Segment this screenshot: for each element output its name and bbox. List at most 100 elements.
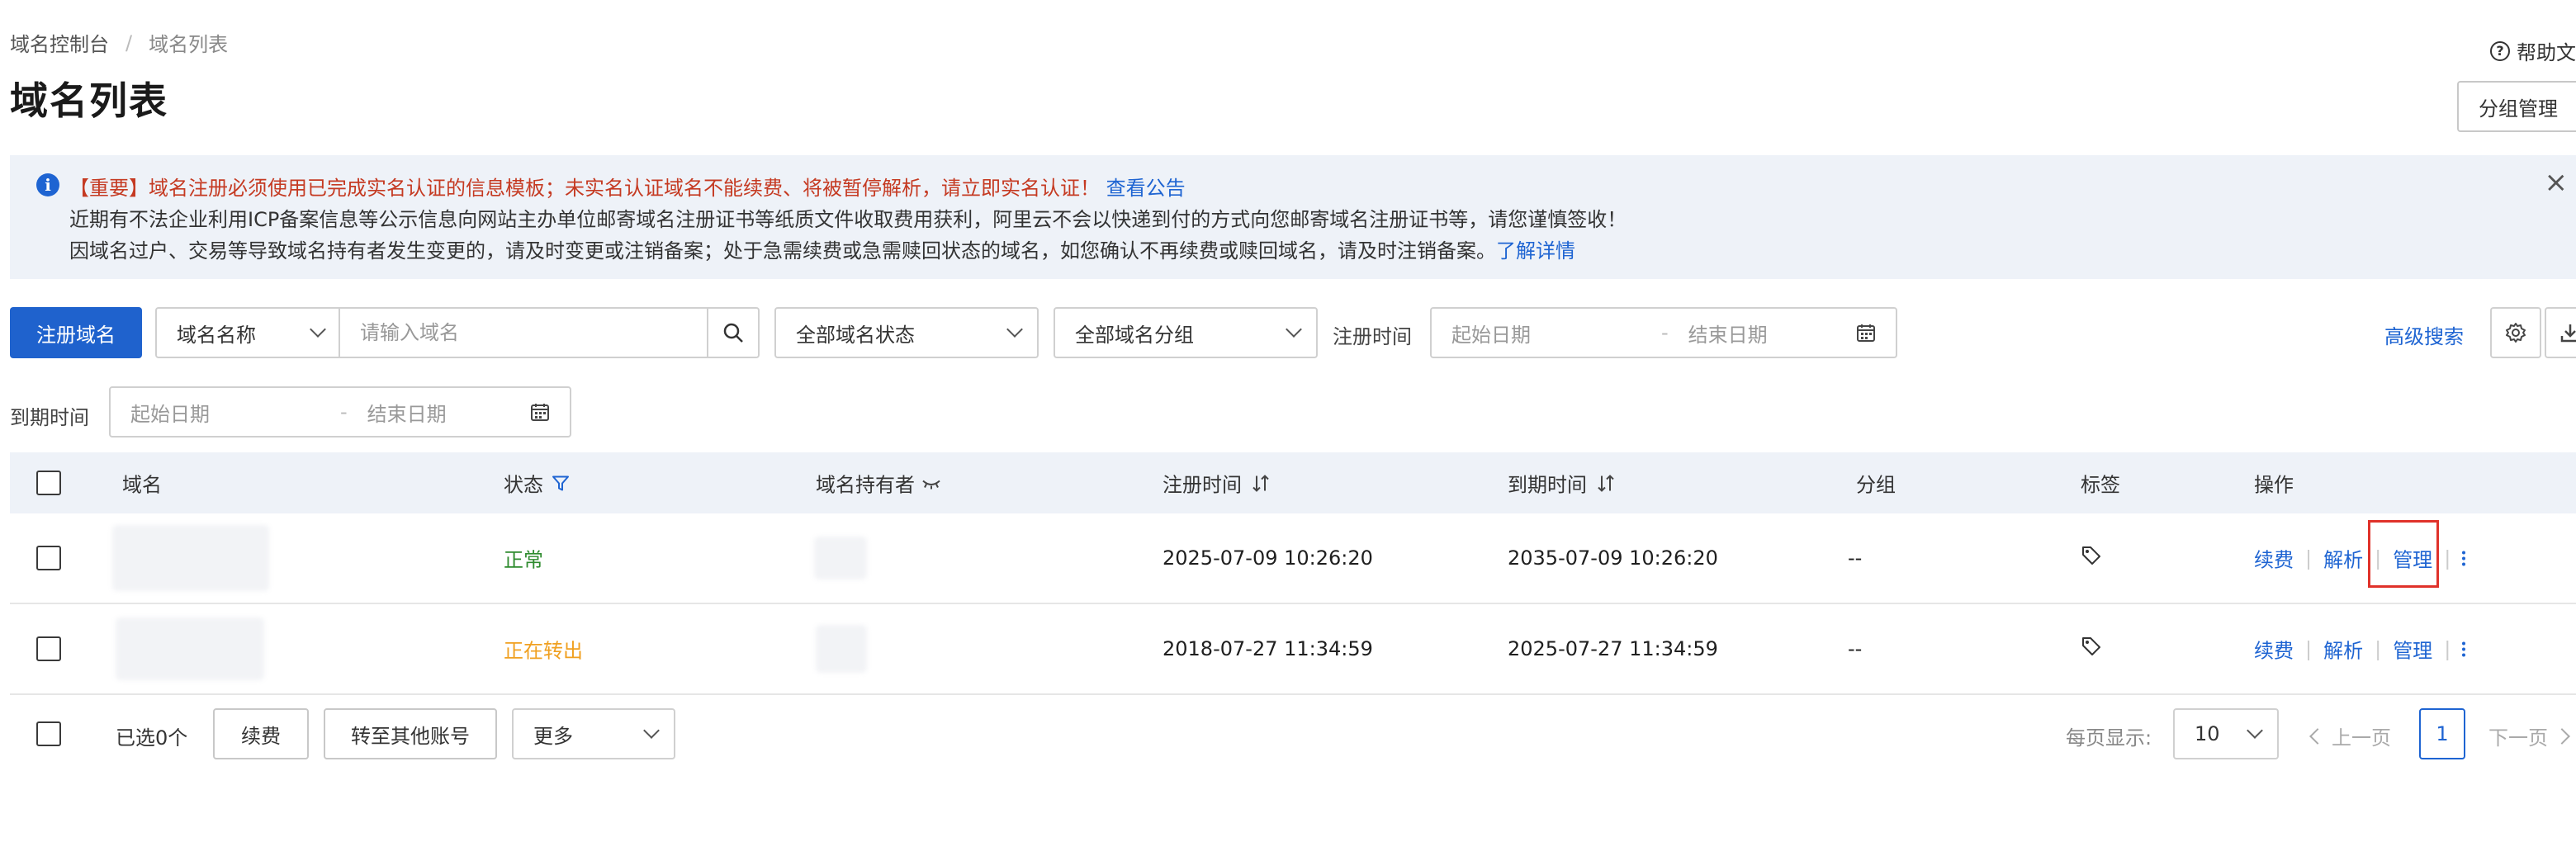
- header-reg-time: 注册时间: [1163, 469, 1270, 498]
- chevron-down-icon: [1006, 321, 1023, 338]
- close-icon[interactable]: ×: [2545, 168, 2569, 196]
- reg-time-value: 2018-07-27 11:34:59: [1163, 637, 1373, 660]
- next-page-button[interactable]: 下一页: [2488, 721, 2570, 750]
- tag-icon: [2082, 546, 2100, 565]
- row-checkbox[interactable]: [36, 636, 61, 661]
- prev-page-button[interactable]: 上一页: [2309, 721, 2391, 750]
- renew-link[interactable]: 续费: [2254, 635, 2294, 664]
- domain-name-redacted[interactable]: [116, 617, 264, 680]
- settings-button[interactable]: [2490, 307, 2541, 358]
- holder-redacted: [814, 537, 867, 579]
- sort-icon[interactable]: [1252, 473, 1270, 493]
- reg-time-range[interactable]: 起始日期 - 结束日期: [1430, 307, 1897, 358]
- header-group: 分组: [1856, 473, 1896, 497]
- group-filter-value: 全部域名分组: [1075, 323, 1194, 347]
- notice-line-3-text: 因域名过户、交易等导致域名持有者发生变更的，请及时变更或注销备案；处于急需续费或…: [69, 239, 1496, 263]
- select-all-checkbox[interactable]: [36, 471, 61, 495]
- renew-link[interactable]: 续费: [2254, 544, 2294, 573]
- status-filter-value: 全部域名状态: [796, 323, 915, 347]
- notice-line-2: 近期有不法企业利用ICP备案信息等公示信息向网站主办单位邮寄域名注册证书等纸质文…: [69, 208, 1627, 231]
- gear-icon: [2506, 323, 2526, 343]
- resolve-link[interactable]: 解析: [2323, 544, 2363, 573]
- header-expire-time: 到期时间: [1508, 469, 1615, 498]
- status-text: 正常: [504, 548, 543, 572]
- page-size-select[interactable]: 10: [2173, 708, 2279, 759]
- calendar-icon: [531, 404, 549, 421]
- reg-end-date[interactable]: 结束日期: [1688, 319, 1856, 348]
- header-domain: 域名: [122, 473, 162, 497]
- manage-link[interactable]: 管理: [2393, 635, 2432, 664]
- prev-page-label: 上一页: [2332, 726, 2391, 750]
- resolve-link[interactable]: 解析: [2323, 635, 2363, 664]
- header-status: 状态: [504, 469, 570, 498]
- page-title: 域名列表: [10, 78, 168, 123]
- search-field-select[interactable]: 域名名称: [157, 309, 340, 357]
- notice-banner: i 【重要】域名注册必须使用已完成实名认证的信息模板；未实名认证域名不能续费、将…: [10, 155, 2576, 279]
- footer-select-all-checkbox[interactable]: [36, 721, 61, 746]
- transfer-account-button[interactable]: 转至其他账号: [324, 708, 497, 759]
- table-row: 正在转出 2018-07-27 11:34:59 2025-07-27 11:3…: [10, 604, 2576, 695]
- more-actions-select[interactable]: 更多: [512, 708, 675, 759]
- more-vertical-icon[interactable]: [2462, 551, 2466, 565]
- info-icon: i: [36, 173, 59, 196]
- help-label: 帮助文: [2517, 41, 2576, 64]
- group-manage-button[interactable]: 分组管理: [2457, 81, 2576, 132]
- expire-time-value: 2035-07-09 10:26:20: [1508, 546, 1718, 570]
- group-value: --: [1848, 637, 1863, 660]
- eye-closed-icon[interactable]: [921, 476, 941, 490]
- tag-button[interactable]: [2081, 545, 2102, 571]
- status-filter-select[interactable]: 全部域名状态: [774, 307, 1039, 358]
- notice-details-link[interactable]: 了解详情: [1496, 239, 1575, 263]
- expire-end-date[interactable]: 结束日期: [367, 398, 530, 427]
- notice-warning-text: 【重要】域名注册必须使用已完成实名认证的信息模板；未实名认证域名不能续费、将被暂…: [69, 177, 1100, 200]
- reg-start-date[interactable]: 起始日期: [1451, 319, 1641, 348]
- register-domain-button[interactable]: 注册域名: [10, 307, 142, 358]
- row-actions: 续费 | 解析 | 管理 |: [2254, 635, 2466, 664]
- group-filter-select[interactable]: 全部域名分组: [1054, 307, 1318, 358]
- tag-button[interactable]: [2081, 636, 2102, 662]
- search-field-select-value: 域名名称: [177, 323, 256, 347]
- expire-start-date[interactable]: 起始日期: [130, 398, 320, 427]
- header-actions: 操作: [2254, 473, 2294, 497]
- help-icon: ?: [2490, 40, 2510, 61]
- expire-time-range[interactable]: 起始日期 - 结束日期: [109, 386, 571, 438]
- chevron-down-icon: [2247, 722, 2263, 739]
- group-value: --: [1848, 546, 1863, 570]
- page-size-value: 10: [2195, 722, 2220, 745]
- holder-redacted: [816, 625, 867, 673]
- tag-icon: [2082, 637, 2100, 655]
- chevron-left-icon: [2309, 727, 2326, 745]
- notice-announcement-link[interactable]: 查看公告: [1106, 177, 1186, 200]
- more-vertical-icon[interactable]: [2462, 641, 2466, 656]
- row-checkbox[interactable]: [36, 546, 61, 570]
- notice-line-3: 因域名过户、交易等导致域名持有者发生变更的，请及时变更或注销备案；处于急需续费或…: [69, 234, 1575, 263]
- breadcrumb-root-link[interactable]: 域名控制台: [10, 28, 109, 57]
- breadcrumb-separator: /: [125, 31, 133, 54]
- table-header: 域名 状态 域名持有者 注册时间 到期时间 分组 标签 操作: [10, 452, 2576, 513]
- chevron-down-icon: [1286, 321, 1302, 338]
- more-actions-value: 更多: [533, 724, 573, 748]
- filter-icon[interactable]: [552, 474, 570, 492]
- header-tag: 标签: [2081, 473, 2120, 497]
- chevron-right-icon: [2554, 727, 2570, 745]
- chevron-down-icon: [643, 722, 660, 739]
- search-group: 域名名称: [155, 307, 760, 358]
- help-link[interactable]: ? 帮助文: [2490, 36, 2576, 65]
- header-expire-time-label: 到期时间: [1508, 473, 1587, 497]
- batch-renew-button[interactable]: 续费: [213, 708, 309, 759]
- page-1-button[interactable]: 1: [2419, 708, 2465, 759]
- chevron-down-icon: [310, 321, 326, 338]
- expire-time-value: 2025-07-27 11:34:59: [1508, 637, 1718, 660]
- reg-time-value: 2025-07-09 10:26:20: [1163, 546, 1373, 570]
- domain-name-redacted[interactable]: [112, 525, 269, 591]
- advanced-search-link[interactable]: 高级搜索: [2384, 320, 2464, 349]
- sort-icon[interactable]: [1597, 473, 1615, 493]
- manage-highlight-box: [2368, 520, 2439, 588]
- header-holder-label: 域名持有者: [816, 473, 915, 497]
- date-dash: -: [1661, 321, 1669, 344]
- download-button[interactable]: [2545, 307, 2576, 358]
- search-button[interactable]: [707, 309, 758, 357]
- search-input[interactable]: [340, 309, 707, 357]
- page-size-label: 每页显示:: [2066, 726, 2152, 750]
- table-row: 正常 2025-07-09 10:26:20 2035-07-09 10:26:…: [10, 513, 2576, 604]
